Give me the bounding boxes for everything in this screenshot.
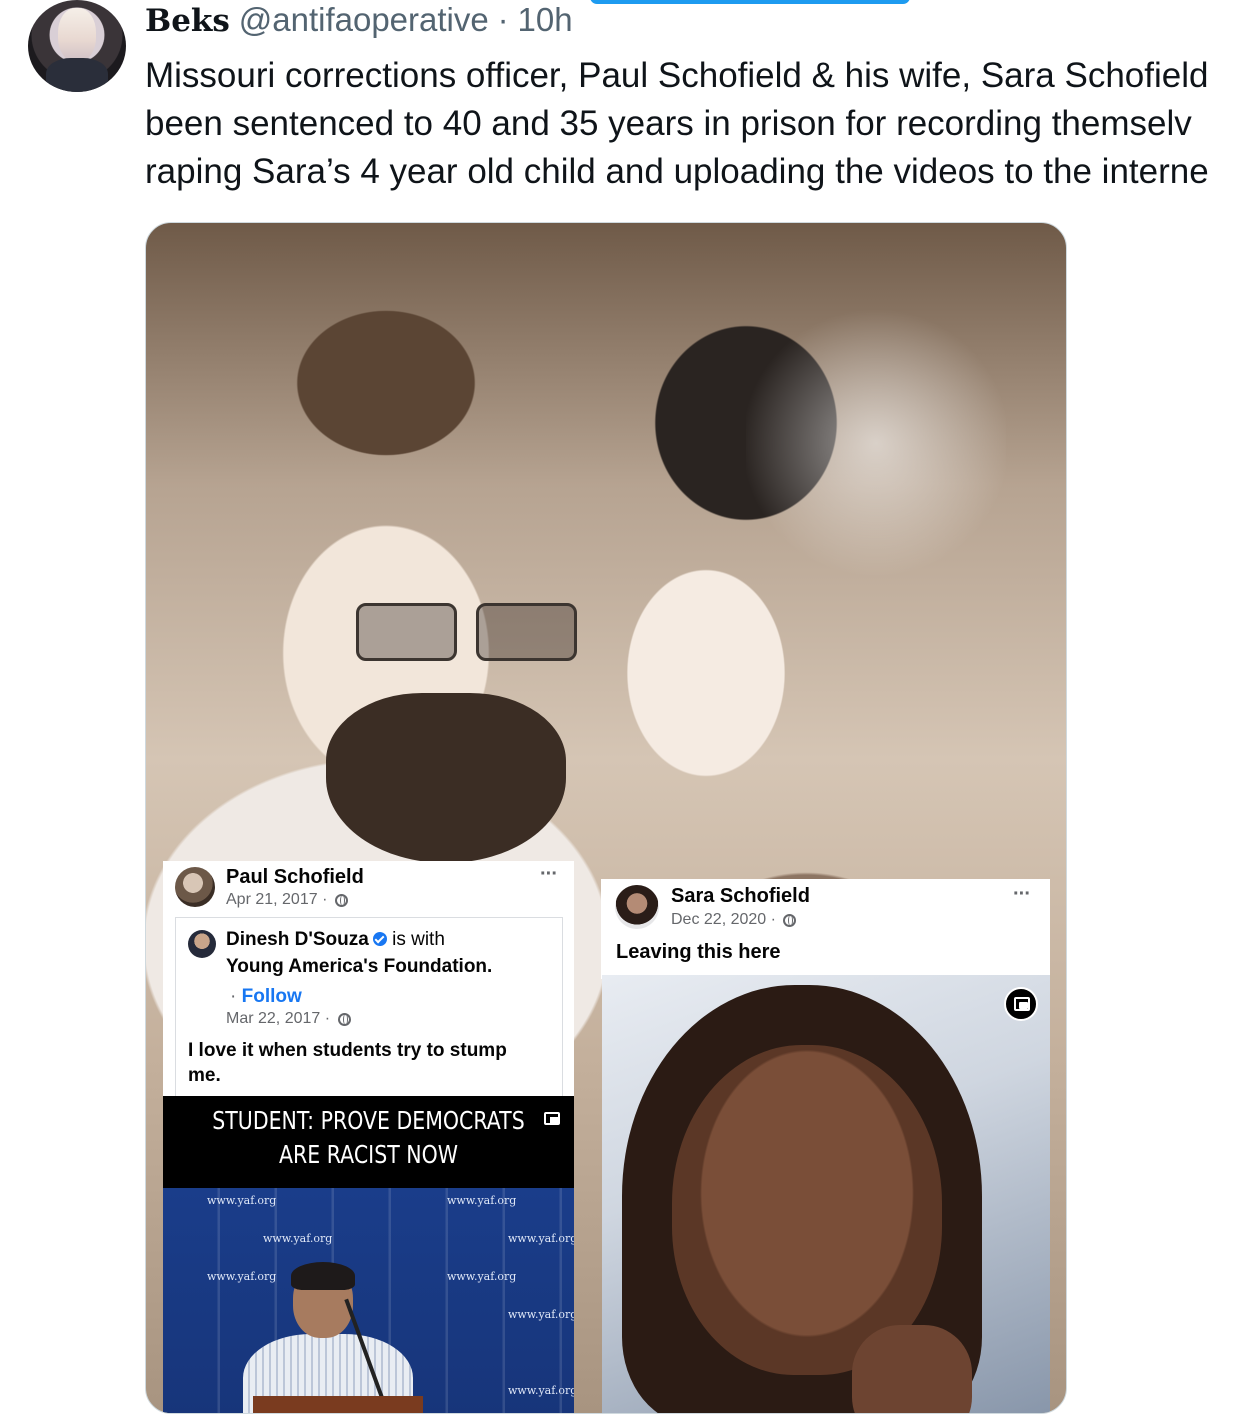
backdrop-text: www.yaf.org xyxy=(447,1270,517,1283)
tweet-text-line: been sentenced to 40 and 35 years in pri… xyxy=(145,104,1192,143)
display-name[interactable]: Beks xyxy=(145,3,230,39)
globe-icon xyxy=(337,1013,351,1026)
backdrop-text: www.yaf.org xyxy=(447,1194,517,1207)
paul-author-name: Paul Schofield xyxy=(226,866,364,888)
video-subject-hand xyxy=(852,1325,972,1413)
timestamp[interactable]: 10h xyxy=(518,1,573,38)
sara-avatar xyxy=(615,885,659,929)
paul-post-date: Apr 21, 2017 · xyxy=(226,891,328,908)
sara-caption: Leaving this here xyxy=(616,941,781,963)
sara-post-card: Sara Schofield Dec 22, 2020 · ··· Leavin… xyxy=(601,879,1050,979)
follow-link[interactable]: Follow xyxy=(242,986,302,1007)
podium xyxy=(253,1396,423,1413)
shared-post-text: I love it when students try to stump me. xyxy=(188,1038,507,1088)
shared-post-meta: Mar 22, 2017 · xyxy=(226,1010,351,1028)
backdrop-text: www.yaf.org xyxy=(508,1384,574,1397)
sara-video[interactable] xyxy=(602,975,1050,1413)
dinesh-avatar xyxy=(188,930,216,958)
shared-post: Dinesh D'Souza is with Young America's F… xyxy=(175,917,563,1098)
paul-post-meta: Apr 21, 2017 · xyxy=(226,891,348,909)
tweet-header: Beks @antifaoperative · 10h xyxy=(145,0,573,40)
separator-dot: · xyxy=(497,1,509,38)
backdrop-text: www.yaf.org xyxy=(207,1194,277,1207)
photo-detail-beard xyxy=(326,693,566,863)
shared-with-text: is with xyxy=(392,929,445,950)
tweet-text-line: raping Sara’s 4 year old child and uploa… xyxy=(145,152,1209,191)
avatar[interactable] xyxy=(28,0,126,92)
sara-post-date: Dec 22, 2020 · xyxy=(671,911,776,928)
follow-line: · Follow xyxy=(230,986,302,1008)
background-light xyxy=(746,283,1006,603)
video-title: STUDENT: PROVE DEMOCRATS ARE RACIST NOW xyxy=(200,1104,537,1172)
shared-text-line: me. xyxy=(188,1065,221,1086)
shared-post-date: Mar 22, 2017 · xyxy=(226,1010,331,1027)
tweet-text-line: Missouri corrections officer, Paul Schof… xyxy=(145,56,1209,95)
globe-icon xyxy=(783,914,797,927)
more-icon: ··· xyxy=(540,863,558,885)
follow-separator: · xyxy=(230,986,237,1007)
verified-icon xyxy=(372,932,387,946)
video-title-line: ARE RACIST NOW xyxy=(279,1140,458,1169)
photo-detail-glasses xyxy=(356,603,586,663)
shared-org: Young America's Foundation. xyxy=(226,956,493,977)
shared-author-line: Dinesh D'Souza is with xyxy=(226,929,445,951)
video-title-line: STUDENT: PROVE DEMOCRATS xyxy=(212,1106,525,1135)
tweet-text: Missouri corrections officer, Paul Schof… xyxy=(145,52,1255,202)
handle[interactable]: @antifaoperative xyxy=(239,1,489,38)
backdrop-text: www.yaf.org xyxy=(263,1232,333,1245)
paul-post-card: Paul Schofield Apr 21, 2017 · ··· Dinesh… xyxy=(163,861,574,1098)
backdrop-text: www.yaf.org xyxy=(508,1232,574,1245)
paul-video[interactable]: STUDENT: PROVE DEMOCRATS ARE RACIST NOW … xyxy=(163,1096,574,1413)
globe-icon xyxy=(334,894,348,907)
tweet-media-image[interactable]: Paul Schofield Apr 21, 2017 · ··· Dinesh… xyxy=(145,222,1067,1414)
sara-post-meta: Dec 22, 2020 · xyxy=(671,911,797,929)
new-posts-pill[interactable] xyxy=(590,0,910,4)
backdrop-text: www.yaf.org xyxy=(508,1308,574,1321)
pip-icon[interactable] xyxy=(544,1112,560,1125)
more-icon: ··· xyxy=(1013,883,1031,905)
pip-icon[interactable] xyxy=(1004,987,1038,1021)
paul-avatar xyxy=(175,867,215,907)
shared-text-line: I love it when students try to stump xyxy=(188,1040,507,1061)
shared-author-name: Dinesh D'Souza xyxy=(226,929,369,950)
sara-author-name: Sara Schofield xyxy=(671,885,810,907)
